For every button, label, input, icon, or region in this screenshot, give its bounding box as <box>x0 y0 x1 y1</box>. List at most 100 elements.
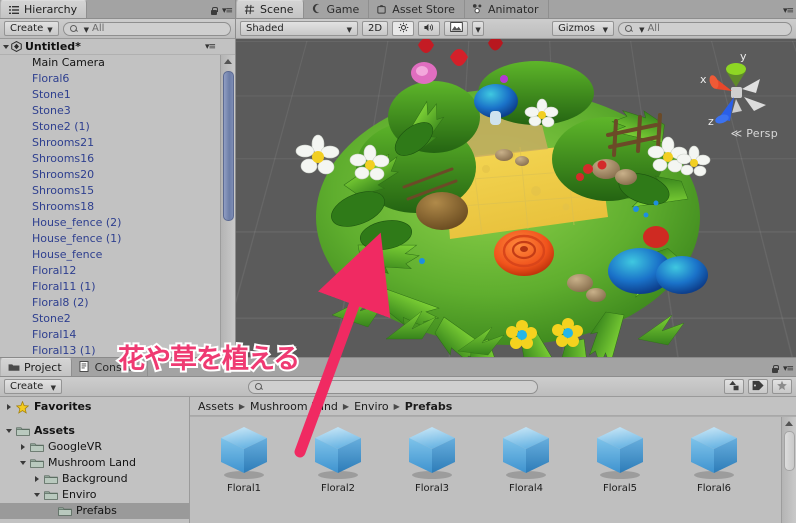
hierarchy-item[interactable]: Main Camera <box>0 55 235 71</box>
asset-item-label: Floral4 <box>508 483 544 494</box>
chevron-expand-icon[interactable] <box>3 44 9 49</box>
tab-asset-store-label: Asset Store <box>392 2 455 16</box>
tab-scene[interactable]: Scene <box>236 0 304 18</box>
breadcrumb-item-2[interactable]: Enviro <box>354 400 389 413</box>
lock-icon[interactable] <box>771 364 779 374</box>
hierarchy-item[interactable]: House_fence (2) <box>0 215 235 231</box>
scene-tabbar: Scene Game Asset Store Animator ▾≡ <box>236 0 796 19</box>
project-tree-row[interactable]: Assets <box>0 423 189 439</box>
gizmos-label: Gizmos <box>558 23 595 34</box>
hierarchy-scroll-thumb[interactable] <box>223 71 234 221</box>
hierarchy-item[interactable]: Stone3 <box>0 103 235 119</box>
unity-editor-window: Hierarchy ▾≡ Create ▼ ▼ All Untitled* ▾≡… <box>0 0 796 523</box>
draw-mode-dropdown[interactable]: Shaded ▼ <box>240 21 358 36</box>
scene-projection-label[interactable]: ≪ Persp <box>731 127 778 140</box>
hierarchy-item[interactable]: Shrooms15 <box>0 183 235 199</box>
tab-hierarchy-label: Hierarchy <box>24 3 78 16</box>
hierarchy-item[interactable]: Shrooms16 <box>0 151 235 167</box>
lock-icon[interactable] <box>210 6 218 16</box>
tab-animator[interactable]: Animator <box>465 0 549 18</box>
chevron-down-icon: ▼ <box>602 25 609 34</box>
hierarchy-toolbar: Create ▼ ▼ All <box>0 19 235 39</box>
filter-by-type-button[interactable] <box>724 379 744 394</box>
hierarchy-search-input[interactable]: ▼ All <box>62 21 231 36</box>
asset-grid-scroll-thumb[interactable] <box>784 431 795 471</box>
chevron-expanded-icon[interactable] <box>4 427 13 436</box>
project-folder-tree[interactable]: Favorites Assets GoogleVR Mushroom Land Back… <box>0 397 190 523</box>
chevron-expanded-icon[interactable] <box>32 491 41 500</box>
project-create-button[interactable]: Create ▼ <box>4 379 62 394</box>
scene-audio-toggle[interactable] <box>418 21 441 36</box>
breadcrumb-item-0[interactable]: Assets <box>198 400 234 413</box>
asset-item[interactable]: Floral6 <box>668 423 760 494</box>
project-tree-row[interactable]: Favorites <box>0 399 189 415</box>
hierarchy-create-button[interactable]: Create ▼ <box>4 21 59 36</box>
project-tree-row[interactable]: Background <box>0 471 189 487</box>
tab-asset-store[interactable]: Asset Store <box>369 0 465 18</box>
scene-toolbar: Shaded ▼ 2D ▼ Gizmos ▼ ▼ All <box>236 19 796 39</box>
project-tree-row[interactable]: GoogleVR <box>0 439 189 455</box>
chevron-expanded-icon[interactable] <box>18 459 27 468</box>
hierarchy-scroll-up-arrow[interactable] <box>221 55 235 67</box>
project-tree-row[interactable]: Prefabs <box>0 503 189 519</box>
gizmos-dropdown[interactable]: Gizmos ▼ <box>552 21 615 36</box>
hierarchy-item[interactable]: Floral11 (1) <box>0 279 235 295</box>
scene-row-menu-icon[interactable]: ▾≡ <box>205 42 216 52</box>
asset-item[interactable]: Floral1 <box>198 423 290 494</box>
scene-lighting-toggle[interactable] <box>392 21 415 36</box>
panel-menu-icon[interactable]: ▾≡ <box>222 6 233 16</box>
asset-grid[interactable]: Floral1 Floral2 Floral3 Floral4 Floral5 Flora… <box>190 416 796 523</box>
asset-item[interactable]: Floral5 <box>574 423 666 494</box>
hierarchy-item[interactable]: Stone1 <box>0 87 235 103</box>
hierarchy-item[interactable]: House_fence <box>0 247 235 263</box>
tab-project[interactable]: Project <box>0 358 72 376</box>
gamepad-icon <box>311 3 323 15</box>
asset-item[interactable]: Floral3 <box>386 423 478 494</box>
filter-favorites-button[interactable] <box>772 379 792 394</box>
scene-fx-dropdown[interactable]: ▼ <box>472 21 485 36</box>
filter-by-label-button[interactable] <box>748 379 768 394</box>
search-icon <box>69 25 77 32</box>
asset-grid-scroll-up-arrow[interactable] <box>782 417 796 429</box>
tab-game[interactable]: Game <box>304 0 370 18</box>
favorite-filter-icon <box>776 380 788 394</box>
chevron-collapsed-icon[interactable] <box>18 443 27 452</box>
projection-mode-label: Persp <box>746 127 778 140</box>
tab-scene-label: Scene <box>260 3 294 16</box>
asset-grid-scrollbar[interactable] <box>781 417 796 523</box>
hierarchy-item[interactable]: Shrooms20 <box>0 167 235 183</box>
asset-item[interactable]: Floral4 <box>480 423 572 494</box>
hierarchy-item[interactable]: Shrooms21 <box>0 135 235 151</box>
scene-viewport[interactable]: y x z ≪ Persp <box>236 39 796 357</box>
scene-search-input[interactable]: ▼ All <box>618 21 792 36</box>
project-panel-menu-icon[interactable]: ▾≡ <box>783 364 794 374</box>
project-tree-row[interactable]: Mushroom Land <box>0 455 189 471</box>
scene-panel-menu-icon[interactable]: ▾≡ <box>783 6 794 16</box>
project-tree-label: Background <box>62 472 128 485</box>
hierarchy-item[interactable]: Floral12 <box>0 263 235 279</box>
project-search-input[interactable] <box>248 379 538 394</box>
hierarchy-scrollbar[interactable] <box>220 55 235 357</box>
breadcrumb-item-1[interactable]: Mushroom Land <box>250 400 338 413</box>
project-tree-row[interactable]: Enviro <box>0 487 189 503</box>
hierarchy-scene-row[interactable]: Untitled* ▾≡ <box>0 39 235 55</box>
hierarchy-item[interactable]: Floral8 (2) <box>0 295 235 311</box>
hierarchy-item[interactable]: Stone2 (1) <box>0 119 235 135</box>
hierarchy-item[interactable]: Shrooms18 <box>0 199 235 215</box>
folder-icon <box>44 474 58 485</box>
chevron-collapsed-icon[interactable] <box>32 475 41 484</box>
prefab-cube-icon <box>403 423 461 481</box>
asset-item[interactable]: Floral2 <box>292 423 384 494</box>
chevron-collapsed-icon[interactable] <box>4 403 13 412</box>
tab-game-label: Game <box>326 2 360 16</box>
hierarchy-item[interactable]: House_fence (1) <box>0 231 235 247</box>
breadcrumb-item-3[interactable]: Prefabs <box>405 400 453 413</box>
search-icon <box>255 383 262 390</box>
hierarchy-item[interactable]: Floral6 <box>0 71 235 87</box>
hierarchy-list[interactable]: Main Camera Floral6 Stone1 Stone3 Stone2 (1)… <box>0 55 235 357</box>
hierarchy-item[interactable]: Stone2 <box>0 311 235 327</box>
tab-hierarchy[interactable]: Hierarchy <box>0 0 88 18</box>
toggle-2d-button[interactable]: 2D <box>362 21 389 36</box>
breadcrumb[interactable]: Assets ▶ Mushroom Land ▶ Enviro ▶ Prefab… <box>190 397 796 416</box>
scene-fx-toggle[interactable] <box>444 21 469 36</box>
